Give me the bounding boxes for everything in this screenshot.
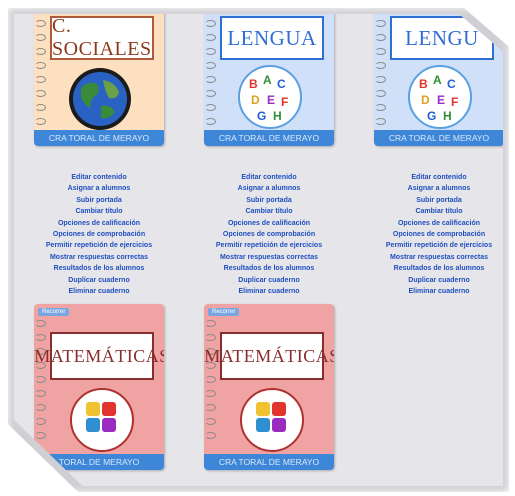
svg-text:D: D <box>421 93 430 107</box>
menu-show-answers[interactable]: Mostrar respuestas correctas <box>24 252 174 263</box>
menu-show-answers[interactable]: Mostrar respuestas correctas <box>364 252 503 263</box>
spiral-binding <box>204 14 216 146</box>
menu-allow-repeat[interactable]: Permitir repetición de ejercicios <box>364 240 503 251</box>
menu-change-title[interactable]: Cambiar título <box>194 206 344 217</box>
menu-duplicate[interactable]: Duplicar cuaderno <box>194 275 344 286</box>
alphabet-circle-icon: B A C D E F G H <box>238 65 302 129</box>
svg-text:A: A <box>263 73 272 87</box>
menu-upload-cover[interactable]: Subir portada <box>194 195 344 206</box>
svg-text:C: C <box>447 77 456 91</box>
svg-text:F: F <box>451 95 458 109</box>
spiral-binding <box>34 14 46 146</box>
menu-change-title[interactable]: Cambiar título <box>24 206 174 217</box>
menu-grading-options[interactable]: Opciones de calificación <box>364 218 503 229</box>
menu-assign-students[interactable]: Asignar a alumnos <box>24 183 174 194</box>
menu-upload-cover[interactable]: Subir portada <box>24 195 174 206</box>
screenshot-frame: C. SOCIALES CRA TORAL DE MERAYO LENGUA B… <box>0 0 515 496</box>
menu-check-options[interactable]: Opciones de comprobación <box>194 229 344 240</box>
notebook-title: MATEMÁTICAS <box>204 332 334 380</box>
menu-allow-repeat[interactable]: Permitir repetición de ejercicios <box>24 240 174 251</box>
svg-text:F: F <box>281 95 288 109</box>
svg-text:E: E <box>267 93 275 107</box>
menu-student-results[interactable]: Resultados de los alumnos <box>194 263 344 274</box>
notebook-actions-menu-3: Editar contenido Asignar a alumnos Subir… <box>364 172 503 297</box>
menu-check-options[interactable]: Opciones de comprobación <box>364 229 503 240</box>
notebook-actions-menu-2: Editar contenido Asignar a alumnos Subir… <box>194 172 344 297</box>
alphabet-circle-icon: B A C D E F G H <box>408 65 472 129</box>
notebook-title: LENGUA <box>220 16 324 60</box>
svg-text:H: H <box>273 109 282 123</box>
menu-student-results[interactable]: Resultados de los alumnos <box>364 263 503 274</box>
notebook-actions-menu-1: Editar contenido Asignar a alumnos Subir… <box>24 172 174 297</box>
menu-grading-options[interactable]: Opciones de calificación <box>24 218 174 229</box>
spiral-binding <box>204 304 216 470</box>
menu-show-answers[interactable]: Mostrar respuestas correctas <box>194 252 344 263</box>
notebooks-panel: C. SOCIALES CRA TORAL DE MERAYO LENGUA B… <box>14 14 503 486</box>
notebook-cover-matematicas[interactable]: Recorrer MATEMÁTICAS TORAL DE MERAYO <box>34 304 164 470</box>
notebook-footer: CRA TORAL DE MERAYO <box>204 130 334 146</box>
menu-change-title[interactable]: Cambiar título <box>364 206 503 217</box>
menu-grading-options[interactable]: Opciones de calificación <box>194 218 344 229</box>
notebook-cover-matematicas-2[interactable]: Recorrer MATEMÁTICAS CRA TORAL DE MERAYO <box>204 304 334 470</box>
menu-assign-students[interactable]: Asignar a alumnos <box>194 183 344 194</box>
svg-text:A: A <box>433 73 442 87</box>
svg-text:B: B <box>419 77 428 91</box>
svg-text:B: B <box>249 77 258 91</box>
math-puzzle-icon <box>70 388 134 452</box>
spiral-binding <box>374 14 386 146</box>
notebook-footer: CRA TORAL DE MERAYO <box>34 130 164 146</box>
notebook-cover-lengua[interactable]: LENGUA B A C D E F G H CRA TORAL DE MERA… <box>204 14 334 146</box>
svg-text:G: G <box>257 109 266 123</box>
menu-edit-content[interactable]: Editar contenido <box>24 172 174 183</box>
notebook-footer: CRA TORAL DE MERAYO <box>204 454 334 470</box>
earth-globe-icon <box>69 68 131 130</box>
notebook-title: MATEMÁTICAS <box>34 332 164 380</box>
menu-edit-content[interactable]: Editar contenido <box>194 172 344 183</box>
menu-edit-content[interactable]: Editar contenido <box>364 172 503 183</box>
svg-text:E: E <box>437 93 445 107</box>
menu-allow-repeat[interactable]: Permitir repetición de ejercicios <box>194 240 344 251</box>
menu-duplicate[interactable]: Duplicar cuaderno <box>24 275 174 286</box>
svg-text:G: G <box>427 109 436 123</box>
menu-delete[interactable]: Eliminar cuaderno <box>194 286 344 297</box>
menu-delete[interactable]: Eliminar cuaderno <box>364 286 503 297</box>
notebook-cover-sociales[interactable]: C. SOCIALES CRA TORAL DE MERAYO <box>34 14 164 146</box>
notebook-footer: CRA TORAL DE MERAYO <box>374 130 503 146</box>
menu-upload-cover[interactable]: Subir portada <box>364 195 503 206</box>
notebook-title: C. SOCIALES <box>50 15 154 60</box>
menu-check-options[interactable]: Opciones de comprobación <box>24 229 174 240</box>
math-puzzle-icon <box>240 388 304 452</box>
menu-delete[interactable]: Eliminar cuaderno <box>24 286 174 297</box>
svg-text:C: C <box>277 77 286 91</box>
menu-assign-students[interactable]: Asignar a alumnos <box>364 183 503 194</box>
svg-text:D: D <box>251 93 260 107</box>
menu-student-results[interactable]: Resultados de los alumnos <box>24 263 174 274</box>
svg-text:H: H <box>443 109 452 123</box>
menu-duplicate[interactable]: Duplicar cuaderno <box>364 275 503 286</box>
